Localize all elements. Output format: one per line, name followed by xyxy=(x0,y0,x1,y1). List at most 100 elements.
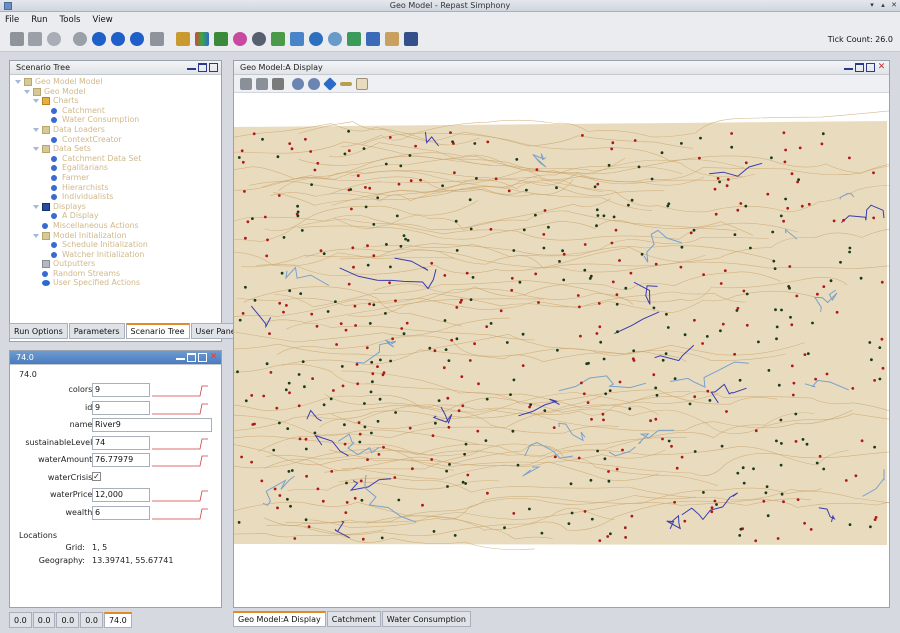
window-minimize-button[interactable]: ▾ xyxy=(868,1,876,10)
tab-scenario-tree[interactable]: Scenario Tree xyxy=(125,323,190,339)
download-icon[interactable] xyxy=(271,32,285,46)
property-checkbox[interactable]: ✓ xyxy=(92,471,101,481)
batch-icon[interactable] xyxy=(176,32,190,46)
tree-item[interactable]: Data Sets xyxy=(10,144,221,154)
maximize-icon[interactable] xyxy=(855,63,864,72)
init-icon[interactable] xyxy=(73,32,87,46)
tab-run-options[interactable]: Run Options xyxy=(9,323,68,339)
menu-view[interactable]: View xyxy=(93,15,113,25)
tree-item[interactable]: Geo Model xyxy=(10,87,221,97)
tree-item[interactable]: Catchment Data Set xyxy=(10,154,221,164)
property-field[interactable]: 6 xyxy=(92,505,150,520)
tree-item[interactable]: User Specified Actions xyxy=(10,278,221,288)
expand-toggle-icon[interactable] xyxy=(33,127,39,132)
tree-item[interactable]: A Display xyxy=(10,211,221,221)
zoom-in-icon[interactable] xyxy=(292,78,304,90)
property-field[interactable]: 12,000 xyxy=(92,488,150,502)
map-display[interactable] xyxy=(234,93,889,607)
restore-icon[interactable] xyxy=(209,63,218,72)
tree-item[interactable]: Miscellaneous Actions xyxy=(10,221,221,231)
tree-item[interactable]: Geo Model Model xyxy=(10,77,221,87)
expand-toggle-icon[interactable] xyxy=(33,99,39,104)
property-field[interactable]: 9 xyxy=(92,383,150,397)
maximize-icon[interactable] xyxy=(198,63,207,72)
tab-parameters[interactable]: Parameters xyxy=(68,323,125,339)
tree-item[interactable]: Random Streams xyxy=(10,269,221,279)
menu-file[interactable]: File xyxy=(5,15,19,25)
tree-item[interactable]: Hierarchists xyxy=(10,183,221,193)
minimize-icon[interactable] xyxy=(844,63,853,70)
select-icon[interactable] xyxy=(356,78,368,90)
minimize-icon[interactable] xyxy=(187,63,196,70)
property-label: wealth: xyxy=(65,507,96,517)
map-canvas[interactable] xyxy=(234,93,889,607)
tab-water-consumption[interactable]: Water Consumption xyxy=(381,611,471,627)
ide-icon[interactable] xyxy=(290,32,304,46)
close-icon[interactable]: ✕ xyxy=(209,353,218,362)
property-field[interactable]: River9 xyxy=(92,418,212,432)
tab-geo-display[interactable]: Geo Model:A Display xyxy=(233,611,326,627)
menu-run[interactable]: Run xyxy=(31,15,47,25)
save-as-icon[interactable] xyxy=(28,32,42,46)
tree-item[interactable]: Data Loaders xyxy=(10,125,221,135)
zoom-out-icon[interactable] xyxy=(308,78,320,90)
reset-icon[interactable] xyxy=(150,32,164,46)
tree-item[interactable]: Outputters xyxy=(10,259,221,269)
grid-icon[interactable] xyxy=(366,32,380,46)
agent-icon[interactable] xyxy=(214,32,228,46)
tree-item[interactable]: Charts xyxy=(10,96,221,106)
agent-tab-1[interactable]: 0.0 xyxy=(9,612,32,628)
expand-toggle-icon[interactable] xyxy=(15,80,21,84)
window-close-button[interactable]: ✕ xyxy=(890,1,898,10)
property-row: wealth: 6 xyxy=(10,505,221,521)
maximize-icon[interactable] xyxy=(187,353,196,362)
pan-icon[interactable] xyxy=(323,77,337,91)
measure-icon[interactable] xyxy=(340,82,352,86)
expand-toggle-icon[interactable] xyxy=(33,147,39,152)
movie-icon[interactable] xyxy=(256,78,268,90)
home-icon[interactable] xyxy=(272,78,284,90)
agent-tab-3[interactable]: 0.0 xyxy=(56,612,80,628)
tree-item[interactable]: Catchment xyxy=(10,106,221,116)
minimize-icon[interactable] xyxy=(176,353,185,360)
item-icon xyxy=(51,136,57,143)
expand-toggle-icon[interactable] xyxy=(33,204,39,209)
close-icon[interactable]: ✕ xyxy=(877,63,886,72)
step-icon[interactable] xyxy=(111,32,125,46)
document-icon[interactable] xyxy=(385,32,399,46)
property-field[interactable]: 74 xyxy=(92,435,150,450)
snapshot-icon[interactable] xyxy=(240,78,252,90)
tree-item[interactable]: ContextCreator xyxy=(10,135,221,145)
globe-icon[interactable] xyxy=(309,32,323,46)
settings-icon[interactable] xyxy=(252,32,266,46)
agent-tab-2[interactable]: 0.0 xyxy=(32,612,56,628)
agent-tab-5[interactable]: 74.0 xyxy=(103,612,132,628)
restore-icon[interactable] xyxy=(866,63,875,72)
stop-icon[interactable] xyxy=(130,32,144,46)
monitor-icon[interactable] xyxy=(404,32,418,46)
tree-item[interactable]: Model Initialization xyxy=(10,231,221,241)
tree-item[interactable]: Watcher Initialization xyxy=(10,250,221,260)
tree-item[interactable]: Individualists xyxy=(10,192,221,202)
property-field[interactable]: 76.77979 xyxy=(92,453,150,467)
expand-toggle-icon[interactable] xyxy=(33,233,39,238)
restore-icon[interactable] xyxy=(198,353,207,362)
expand-toggle-icon[interactable] xyxy=(24,89,30,94)
spreadsheet-icon[interactable] xyxy=(195,32,209,46)
charts-icon[interactable] xyxy=(233,32,247,46)
tab-catchment[interactable]: Catchment xyxy=(326,611,381,627)
photo-icon[interactable] xyxy=(347,32,361,46)
property-field[interactable]: 9 xyxy=(92,400,150,415)
network-icon[interactable] xyxy=(328,32,342,46)
agent-tab-4[interactable]: 0.0 xyxy=(80,612,103,628)
tree-item[interactable]: Farmer xyxy=(10,173,221,183)
menu-tools[interactable]: Tools xyxy=(60,15,81,25)
save-icon[interactable] xyxy=(10,32,24,46)
window-maximize-button[interactable]: ▴ xyxy=(879,1,887,10)
tree-item[interactable]: Displays xyxy=(10,202,221,212)
tree-item[interactable]: Water Consumption xyxy=(10,115,221,125)
reset-disk-icon[interactable] xyxy=(47,32,61,46)
tree-item[interactable]: Egalitarians xyxy=(10,163,221,173)
play-icon[interactable] xyxy=(92,32,106,46)
tree-item[interactable]: Schedule Initialization xyxy=(10,240,221,250)
